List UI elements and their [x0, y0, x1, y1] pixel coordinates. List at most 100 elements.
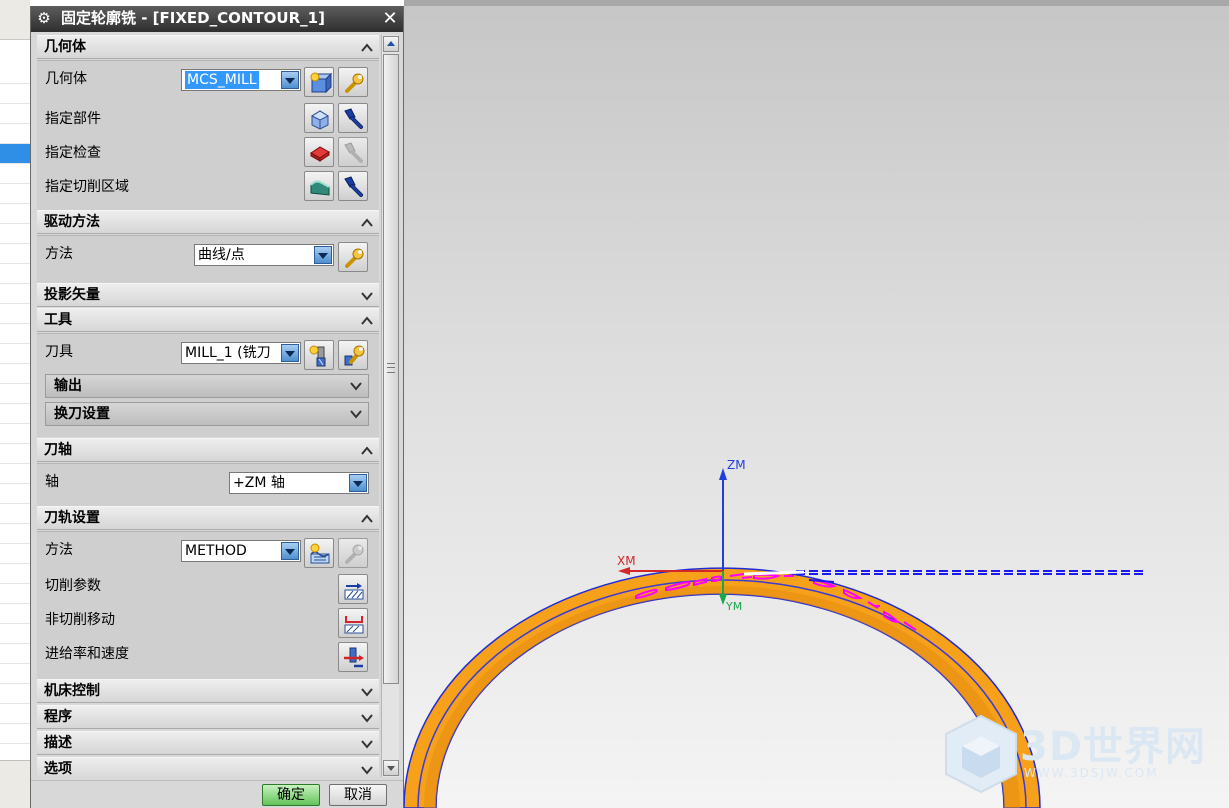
wrench-edit-icon [345, 73, 364, 93]
non-cutting-button[interactable] [338, 608, 368, 638]
section-header-path-settings[interactable]: 刀轨设置 [37, 506, 379, 530]
background-row [0, 544, 30, 564]
section-header-tool-axis[interactable]: 刀轴 [37, 438, 379, 462]
chevron-down-icon[interactable] [359, 684, 375, 700]
drive-method-value: 曲线/点 [198, 247, 245, 263]
background-row [0, 244, 30, 264]
specify-cut-area-button[interactable] [304, 171, 334, 201]
axis-value: +ZM 轴 [233, 475, 285, 491]
chevron-up-icon[interactable] [359, 313, 375, 329]
chevron-down-icon[interactable] [348, 378, 364, 394]
specify-check-button[interactable] [304, 137, 334, 167]
chevron-down-icon[interactable] [348, 406, 364, 422]
axis-label-xm: XM [617, 554, 636, 568]
gear-icon[interactable]: ⚙ [35, 9, 53, 27]
specify-cut-area-label: 指定切削区域 [45, 179, 129, 195]
subsection-header-tool-change[interactable]: 换刀设置 [45, 402, 369, 426]
chevron-down-icon[interactable] [359, 288, 375, 304]
chevron-down-icon[interactable] [359, 736, 375, 752]
dialog-scrollbar[interactable] [381, 35, 399, 777]
specify-part-label: 指定部件 [45, 111, 101, 127]
subsection-header-output[interactable]: 输出 [45, 374, 369, 398]
background-row [0, 364, 30, 384]
background-row [0, 424, 30, 444]
tool-dropdown[interactable]: MILL_1 (铣刀 [181, 342, 301, 364]
dialog-footer: 确定 取消 [31, 780, 403, 808]
chevron-up-icon[interactable] [359, 215, 375, 231]
background-row [0, 284, 30, 304]
axis-label-zm: ZM [727, 458, 746, 472]
axis-label-ym: YM [725, 600, 742, 613]
close-icon[interactable]: ✕ [379, 8, 401, 30]
tool-new-button[interactable] [304, 340, 334, 370]
section-body-geometry: 几何体 MCS_MILL 指定部件 指定检查 指定切削区域 [37, 60, 379, 210]
display-cut-area-button[interactable] [338, 171, 368, 201]
background-row [0, 584, 30, 604]
display-part-button[interactable] [338, 103, 368, 133]
cut-area-icon [310, 180, 330, 196]
section-header-tool[interactable]: 工具 [37, 308, 379, 332]
section-title: 刀轴 [44, 442, 72, 458]
scroll-thumb[interactable] [383, 54, 399, 684]
geometry-new-button[interactable] [304, 67, 334, 97]
chevron-down-icon[interactable] [349, 474, 367, 492]
scroll-down-button[interactable] [383, 760, 399, 776]
chevron-down-icon[interactable] [314, 246, 332, 264]
specify-part-button[interactable] [304, 103, 334, 133]
section-header-geometry[interactable]: 几何体 [37, 35, 379, 59]
chevron-up-icon[interactable] [359, 443, 375, 459]
graphics-viewport[interactable]: ZM XM YM 3D世界网 WWW.3DSJW.COM [404, 0, 1229, 808]
dialog-title: 固定轮廓铣 - [FIXED_CONTOUR_1] [61, 9, 325, 27]
method-value: METHOD [185, 543, 247, 559]
method-edit-button[interactable] [338, 538, 368, 568]
scroll-up-button[interactable] [383, 36, 399, 52]
ring-inner-edge [417, 579, 1027, 808]
section-title: 描述 [44, 735, 72, 751]
chevron-down-icon[interactable] [281, 344, 299, 362]
section-body-tool-axis: 轴 +ZM 轴 [37, 463, 379, 507]
cutting-params-button[interactable] [338, 574, 368, 604]
background-row-selected[interactable] [0, 144, 30, 164]
cancel-button[interactable]: 取消 [329, 784, 387, 806]
specify-check-label: 指定检查 [45, 145, 101, 161]
chevron-down-icon[interactable] [281, 71, 299, 89]
chevron-down-icon[interactable] [359, 710, 375, 726]
method-dropdown[interactable]: METHOD [181, 540, 301, 562]
drive-method-dropdown[interactable]: 曲线/点 [194, 244, 334, 266]
feeds-speeds-button[interactable] [338, 642, 368, 672]
non-cutting-icon [344, 616, 364, 634]
display-check-button[interactable] [338, 137, 368, 167]
model-canvas[interactable]: ZM XM YM [404, 0, 1229, 808]
section-header-projection-vector[interactable]: 投影矢量 [37, 283, 379, 307]
geometry-new-icon [310, 72, 332, 94]
drive-method-edit-button[interactable] [338, 242, 368, 272]
cutting-params-label: 切削参数 [45, 578, 101, 594]
background-row [0, 504, 30, 524]
method-new-icon [310, 543, 330, 564]
geometry-dropdown[interactable]: MCS_MILL [181, 69, 301, 91]
background-row [0, 444, 30, 464]
section-header-program[interactable]: 程序 [37, 705, 379, 729]
drive-method-label: 方法 [45, 246, 73, 262]
background-row [0, 124, 30, 144]
chevron-down-icon[interactable] [281, 542, 299, 560]
section-header-options[interactable]: 选项 [37, 757, 379, 777]
section-header-drive-method[interactable]: 驱动方法 [37, 210, 379, 234]
tool-edit-button[interactable] [338, 340, 368, 370]
background-row [0, 224, 30, 244]
axis-dropdown[interactable]: +ZM 轴 [229, 472, 369, 494]
chevron-down-icon[interactable] [359, 762, 375, 777]
geometry-edit-button[interactable] [338, 67, 368, 97]
section-header-machine-control[interactable]: 机床控制 [37, 679, 379, 703]
background-footer [0, 760, 30, 808]
dialog-titlebar[interactable]: ⚙ 固定轮廓铣 - [FIXED_CONTOUR_1] ✕ [31, 6, 403, 32]
chevron-up-icon[interactable] [359, 40, 375, 56]
approach-path [796, 570, 1146, 583]
chevron-up-icon[interactable] [359, 511, 375, 527]
method-new-button[interactable] [304, 538, 334, 568]
ring-inner-face [424, 586, 1020, 808]
background-row [0, 344, 30, 364]
section-header-description[interactable]: 描述 [37, 731, 379, 755]
section-body-drive-method: 方法 曲线/点 [37, 235, 379, 283]
ok-button[interactable]: 确定 [262, 784, 320, 806]
